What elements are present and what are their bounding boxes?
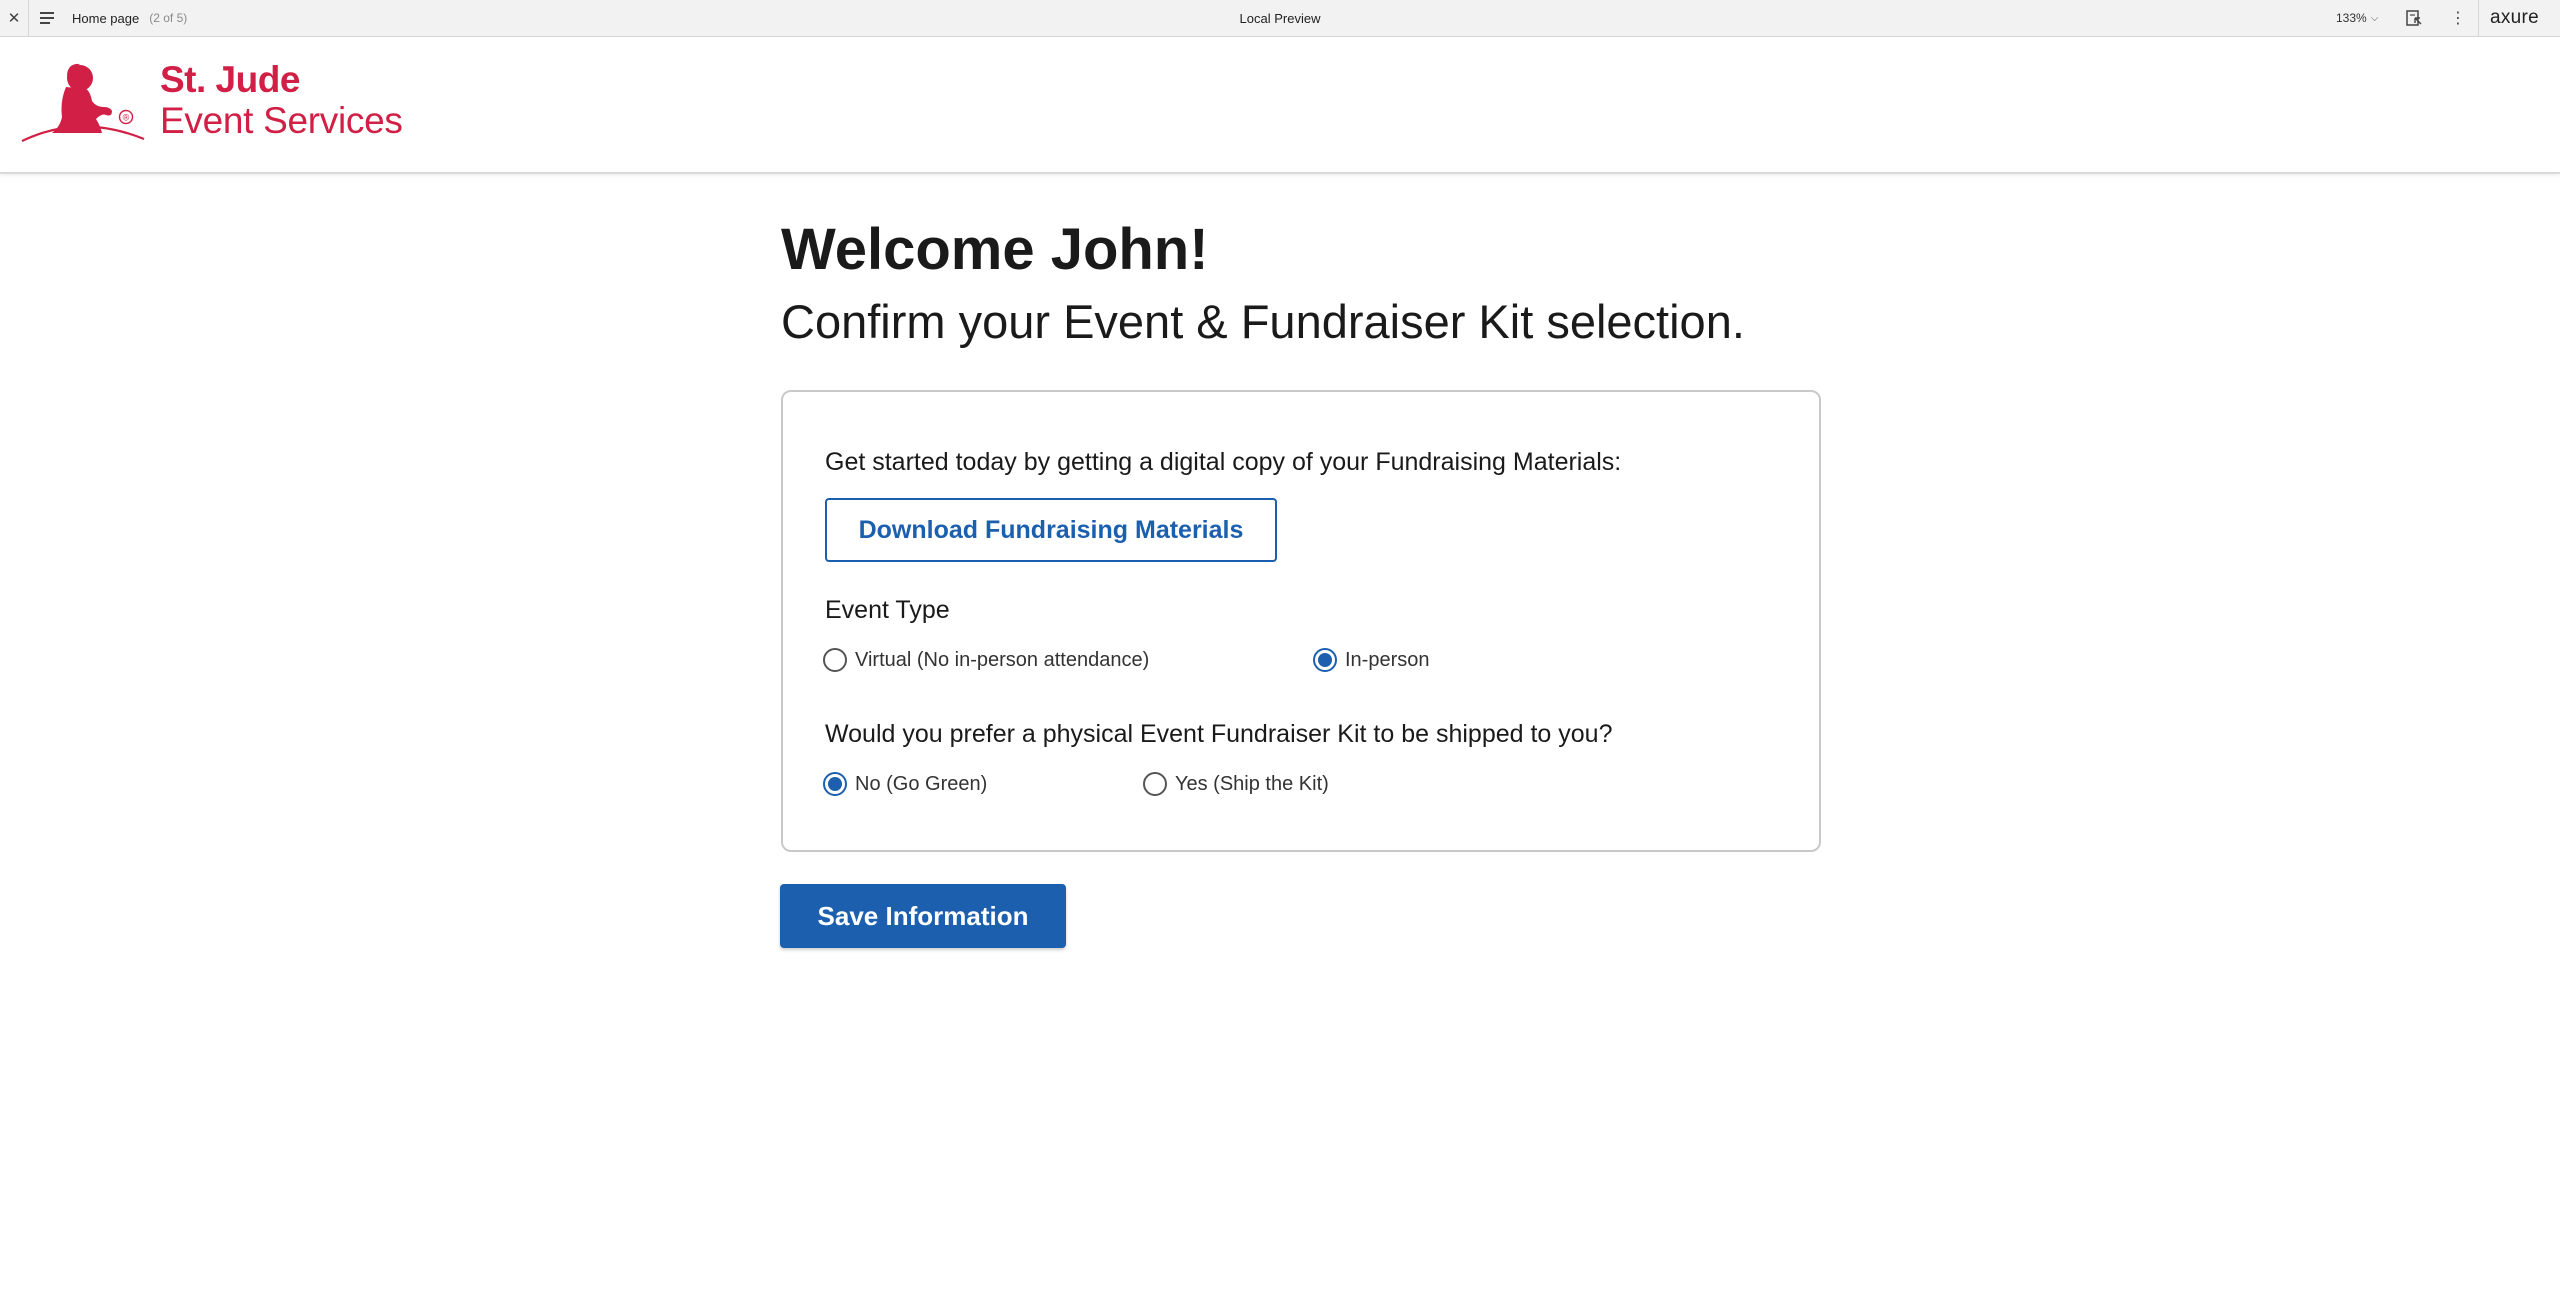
toolbar-divider xyxy=(2478,0,2479,36)
page-selector[interactable]: Home page (2 of 5) xyxy=(72,0,187,36)
radio-yes-ship-kit-circle[interactable] xyxy=(1143,772,1167,796)
close-icon[interactable]: ✕ xyxy=(0,0,29,36)
radio-no-go-green-label: No (Go Green) xyxy=(855,772,988,795)
logo-line2: Event Services xyxy=(160,100,403,141)
radio-yes-ship-kit[interactable]: Yes (Ship the Kit) xyxy=(1143,772,1329,796)
kit-question-label: Would you prefer a physical Event Fundra… xyxy=(825,720,1613,748)
page-subtitle: Confirm your Event & Fundraiser Kit sele… xyxy=(781,295,1745,348)
radio-no-go-green[interactable]: No (Go Green) xyxy=(823,772,987,796)
child-silhouette-icon: ® xyxy=(21,63,145,142)
selection-card: Get started today by getting a digital c… xyxy=(781,390,1821,852)
axure-logo[interactable]: axure xyxy=(2490,0,2539,36)
more-vertical-icon[interactable]: ⋮ xyxy=(2450,0,2466,36)
radio-virtual-circle[interactable] xyxy=(823,648,847,672)
logo-line1: St. Jude xyxy=(160,59,300,100)
preview-title: Local Preview xyxy=(1239,10,1321,26)
card-intro-text: Get started today by getting a digital c… xyxy=(825,448,1622,476)
event-type-label: Event Type xyxy=(825,596,950,624)
radio-in-person[interactable]: In-person xyxy=(1313,648,1430,672)
st-jude-logo[interactable]: ® St. Jude Event Services xyxy=(20,61,403,143)
radio-no-go-green-circle[interactable] xyxy=(823,772,847,796)
zoom-selector[interactable]: 133% ⌵ xyxy=(2336,0,2378,36)
logo-wordmark: St. Jude Event Services xyxy=(160,61,403,139)
preview-toolbar: ✕ Home page (2 of 5) Local Preview 133% … xyxy=(0,0,2560,37)
registered-mark: ® xyxy=(123,113,130,123)
inspect-icon[interactable] xyxy=(2405,9,2423,27)
hamburger-menu-icon[interactable] xyxy=(38,9,56,27)
download-materials-button[interactable]: Download Fundraising Materials xyxy=(825,498,1277,562)
radio-virtual-label: Virtual (No in-person attendance) xyxy=(855,648,1150,671)
radio-virtual[interactable]: Virtual (No in-person attendance) xyxy=(823,648,1149,672)
radio-yes-ship-kit-label: Yes (Ship the Kit) xyxy=(1175,772,1329,795)
chevron-down-icon: ⌵ xyxy=(2370,12,2379,24)
radio-in-person-circle[interactable] xyxy=(1313,648,1337,672)
zoom-level: 133% xyxy=(2336,11,2367,25)
page-title: Welcome John! xyxy=(781,217,1209,282)
radio-in-person-label: In-person xyxy=(1345,648,1430,671)
page-name: Home page xyxy=(72,10,140,26)
save-information-button[interactable]: Save Information xyxy=(780,884,1066,948)
site-header: ® St. Jude Event Services xyxy=(0,37,2560,174)
page-count: (2 of 5) xyxy=(149,11,188,25)
